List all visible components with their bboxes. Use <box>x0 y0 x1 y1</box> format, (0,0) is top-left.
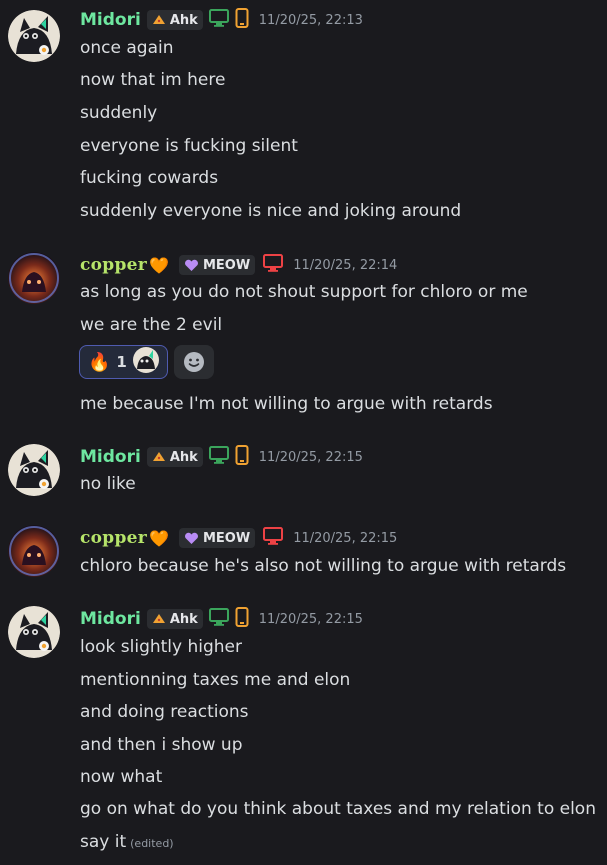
message-line: once again <box>80 38 174 58</box>
guild-tag-label: MEOW <box>202 530 251 546</box>
message-line: and doing reactions <box>80 702 249 722</box>
author-name[interactable]: Midori <box>80 10 141 30</box>
timestamp[interactable]: 11/20/25, 22:15 <box>293 531 397 546</box>
timestamp[interactable]: 11/20/25, 22:15 <box>259 612 363 627</box>
message-line: mentionning taxes me and elon <box>80 670 351 690</box>
author-name[interactable]: copper <box>80 528 147 548</box>
avatar[interactable] <box>8 606 60 658</box>
purple-heart-icon <box>184 532 198 544</box>
reaction-count: 1 <box>116 353 127 371</box>
guild-tag[interactable]: Ahk <box>146 10 203 30</box>
guild-tag[interactable]: MEOW <box>178 255 256 275</box>
avatar[interactable] <box>8 525 60 577</box>
message-line: everyone is fucking silent <box>80 136 298 156</box>
message-line: look slightly higher <box>80 637 243 657</box>
timestamp[interactable]: 11/20/25, 22:15 <box>259 450 363 465</box>
fire-emoji: 🔥 <box>88 351 111 373</box>
desktop-icon <box>263 254 284 276</box>
mobile-icon <box>235 607 249 631</box>
guild-tag-label: Ahk <box>169 12 198 28</box>
avatar[interactable] <box>8 252 60 304</box>
desktop-icon <box>208 9 229 31</box>
smile-plus-icon <box>183 352 204 372</box>
reactor-avatar <box>132 347 159 377</box>
guild-tag-label: MEOW <box>202 257 251 273</box>
timestamp[interactable]: 11/20/25, 22:13 <box>259 13 363 28</box>
avatar[interactable] <box>8 10 60 62</box>
mobile-icon <box>235 8 249 32</box>
message-line: me because I'm not willing to argue with… <box>80 394 493 414</box>
reaction-bar: 🔥 1 <box>79 345 214 379</box>
author-emoji: 🧡 <box>149 255 169 275</box>
message-line: now what <box>80 767 163 787</box>
cat-avatar-icon <box>8 444 60 496</box>
pizza-slice-icon <box>152 452 165 461</box>
message-line: go on what do you think about taxes and … <box>80 799 596 819</box>
desktop-icon <box>208 446 229 468</box>
guild-tag[interactable]: Ahk <box>146 609 203 629</box>
pizza-slice-icon <box>152 15 165 24</box>
author-name[interactable]: Midori <box>80 609 141 629</box>
message-line: chloro because he's also not willing to … <box>80 556 567 576</box>
author-name[interactable]: Midori <box>80 447 141 467</box>
message-line: we are the 2 evil <box>80 315 223 335</box>
edited-label: (edited) <box>130 837 174 850</box>
cat-avatar-icon <box>8 606 60 658</box>
add-reaction-button[interactable] <box>173 345 214 379</box>
purple-heart-icon <box>184 259 198 271</box>
avatar[interactable] <box>8 444 60 496</box>
desktop-icon <box>208 608 229 630</box>
author-name[interactable]: copper <box>80 255 147 275</box>
message-line-edited: say it (edited) <box>80 830 174 856</box>
guild-tag[interactable]: Ahk <box>146 447 203 467</box>
message-line: and then i show up <box>80 735 243 755</box>
reaction-fire[interactable]: 🔥 1 <box>79 345 168 379</box>
author-emoji: 🧡 <box>149 528 169 548</box>
message-line: no like <box>80 474 136 494</box>
mobile-icon <box>235 445 249 469</box>
flame-avatar-icon <box>8 525 60 577</box>
guild-tag-label: Ahk <box>169 449 198 465</box>
message-line: suddenly <box>80 103 158 123</box>
message-line: suddenly everyone is nice and joking aro… <box>80 201 462 221</box>
guild-tag[interactable]: MEOW <box>178 528 256 548</box>
pizza-slice-icon <box>152 614 165 623</box>
timestamp[interactable]: 11/20/25, 22:14 <box>293 258 397 273</box>
flame-avatar-icon <box>8 252 60 304</box>
message-text: say it <box>80 832 127 852</box>
message-line: as long as you do not shout support for … <box>80 282 528 302</box>
message-line: fucking cowards <box>80 168 219 188</box>
cat-avatar-icon <box>8 10 60 62</box>
message-line: now that im here <box>80 70 226 90</box>
desktop-icon <box>263 527 284 549</box>
guild-tag-label: Ahk <box>169 611 198 627</box>
